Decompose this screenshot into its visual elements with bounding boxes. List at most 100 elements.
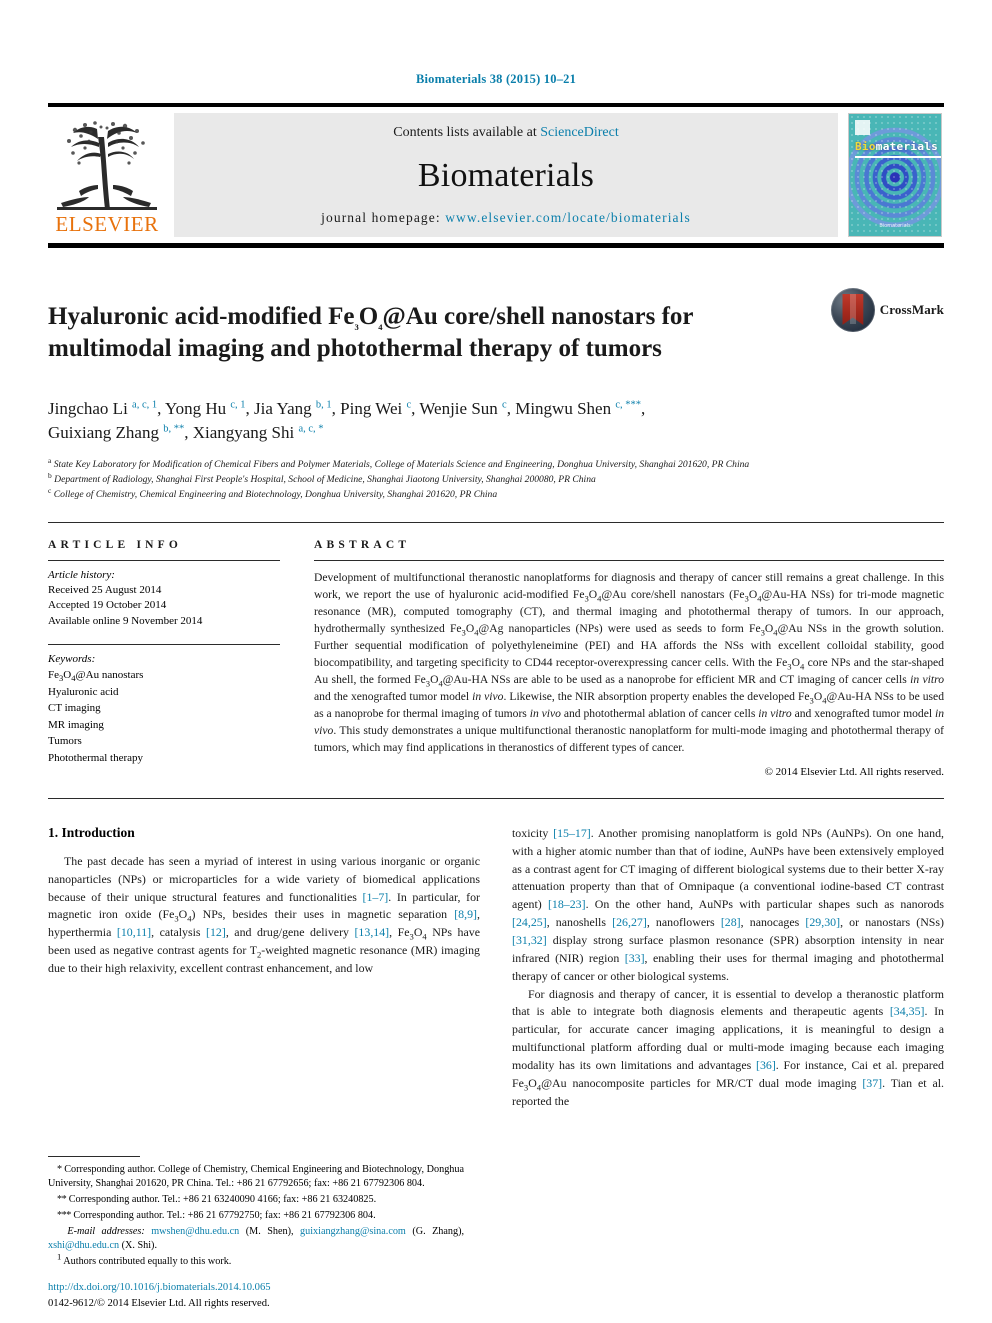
intro-paragraph-2: For diagnosis and therapy of cancer, it … (512, 986, 944, 1108)
keyword-item: MR imaging (48, 718, 104, 731)
title-line-1: Hyaluronic acid-modified Fe3O4@Au core/s… (48, 302, 694, 332)
citation-ref[interactable]: [10,11] (117, 925, 151, 939)
footnote-emails: E-mail addresses: mwshen@dhu.edu.cn (M. … (48, 1225, 464, 1255)
footnote-mark: * (57, 1163, 62, 1175)
divider (48, 559, 280, 561)
issn-copyright-line: 0142-9612/© 2014 Elsevier Ltd. All right… (48, 1297, 270, 1309)
author-line-2: Guixiang Zhang b, **, Xiangyang Shi a, c… (48, 423, 324, 443)
homepage-url-link[interactable]: www.elsevier.com/locate/biomaterials (445, 210, 691, 225)
citation-ref[interactable]: [37] (862, 1076, 882, 1090)
footnote-text: Corresponding author. College of Chemist… (48, 1163, 465, 1190)
introduction-heading: 1. Introduction (48, 824, 135, 840)
email-label: E-mail addresses: (67, 1225, 145, 1237)
keyword-item: CT imaging (48, 702, 101, 715)
citation-ref[interactable]: [24,25] (512, 915, 547, 929)
affiliation-a: a State Key Laboratory for Modification … (48, 455, 750, 470)
journal-cover-block: Biomaterials Biomaterials (846, 113, 944, 237)
crossmark-icon (830, 288, 875, 332)
article-info-heading: ARTICLE INFO (48, 538, 183, 551)
info-abstract-section: ARTICLE INFO Article history: Received 2… (48, 521, 944, 778)
journal-homepage-line: journal homepage: www.elsevier.com/locat… (321, 210, 691, 226)
cover-publisher-icon (855, 120, 870, 135)
footnote-mark: 1 (57, 1251, 62, 1262)
intro-paragraph-1: The past decade has seen a myriad of int… (48, 853, 480, 975)
citation-ref[interactable]: [26,27] (612, 915, 647, 929)
body-column-right: toxicity [15–17]. Another promising nano… (512, 825, 944, 1111)
footnote-corresponding-2: ** Corresponding author. Tel.: +86 21 63… (48, 1193, 464, 1208)
email-owner-shi: (X. Shi). (121, 1240, 157, 1252)
footnote-mark: ** (57, 1194, 67, 1206)
footnote-mark: *** (57, 1209, 71, 1221)
homepage-prefix: journal homepage: (321, 210, 446, 225)
email-link-shi[interactable]: xshi@dhu.edu.cn (48, 1240, 119, 1251)
intro-paragraph-1-cont: toxicity [15–17]. Another promising nano… (512, 825, 944, 983)
affiliations: a State Key Laboratory for Modification … (48, 455, 944, 502)
running-head: Biomaterials 38 (2015) 10–21 (415, 72, 577, 86)
email-link-shen[interactable]: mwshen@dhu.edu.cn (151, 1226, 239, 1237)
abstract-copyright: © 2014 Elsevier Ltd. All rights reserved… (764, 765, 944, 778)
abstract-text: Development of multifunctional theranost… (314, 570, 945, 754)
available-online-date: Available online 9 November 2014 (48, 615, 203, 628)
citation-ref[interactable]: [31,32] (512, 933, 547, 947)
keywords-label: Keywords: (48, 653, 96, 666)
affiliation-c: c College of Chemistry, Chemical Enginee… (48, 485, 498, 500)
crossmark-badge[interactable]: CrossMark (830, 284, 944, 332)
body-columns: 1. Introduction The past decade has seen… (48, 825, 944, 1111)
footnote-text: Corresponding author. Tel.: +86 21 67792… (73, 1209, 376, 1221)
affiliation-b: b Department of Radiology, Shanghai Firs… (48, 470, 596, 485)
title-row: Hyaluronic acid-modified Fe3O4@Au core/s… (48, 284, 944, 383)
keyword-item: Hyaluronic acid (48, 685, 119, 698)
journal-band: Contents lists available at ScienceDirec… (174, 113, 838, 237)
divider (314, 559, 944, 561)
body-column-left: 1. Introduction The past decade has seen… (48, 825, 480, 1111)
crossmark-label: CrossMark (879, 302, 944, 317)
citation-ref[interactable]: [13,14] (354, 925, 389, 939)
elsevier-tree-icon (55, 117, 159, 213)
abstract-heading: ABSTRACT (314, 538, 411, 551)
footnote-text: Corresponding author. Tel.: +86 21 63240… (68, 1194, 377, 1206)
footnote-equal-contribution: 1 Authors contributed equally to this wo… (48, 1251, 464, 1270)
elsevier-logo: ELSEVIER (48, 113, 166, 237)
citation-ref[interactable]: [8,9] (454, 907, 477, 921)
sciencedirect-link[interactable]: ScienceDirect (540, 125, 619, 140)
citation-ref[interactable]: [18–23] (548, 897, 586, 911)
affiliation-c-text: College of Chemistry, Chemical Engineeri… (53, 488, 498, 500)
citation-ref[interactable]: [29,30] (805, 915, 840, 929)
received-date: Received 25 August 2014 (48, 583, 162, 596)
footnote-corresponding-1: * Corresponding author. College of Chemi… (48, 1163, 464, 1193)
accepted-date: Accepted 19 October 2014 (48, 599, 167, 612)
citation-ref[interactable]: [12] (206, 925, 226, 939)
page-title: Hyaluronic acid-modified Fe3O4@Au core/s… (48, 301, 831, 366)
contents-prefix: Contents lists available at (393, 125, 541, 140)
footnote-divider (48, 1155, 140, 1157)
email-link-zhang[interactable]: guixiangzhang@sina.com (300, 1226, 406, 1237)
footnote-text: Authors contributed equally to this work… (63, 1256, 232, 1268)
divider (48, 797, 944, 799)
keyword-item: Tumors (48, 735, 82, 748)
doi-block: http://dx.doi.org/10.1016/j.biomaterials… (48, 1280, 478, 1311)
affiliation-b-text: Department of Radiology, Shanghai First … (54, 473, 596, 485)
email-owner-zhang: (G. Zhang), (412, 1225, 465, 1237)
cover-title-rest: materials (875, 140, 939, 153)
abstract-column: ABSTRACT Development of multifunctional … (314, 539, 944, 778)
keyword-item: Fe3O4@Au nanostars (48, 669, 144, 684)
journal-masthead: ELSEVIER Contents lists available at Sci… (48, 103, 944, 248)
cover-rule (855, 156, 941, 158)
citation-ref[interactable]: [1–7] (363, 890, 389, 904)
doi-link[interactable]: http://dx.doi.org/10.1016/j.biomaterials… (48, 1280, 478, 1295)
citation-ref[interactable]: [36] (756, 1058, 776, 1072)
citation-ref[interactable]: [28] (721, 915, 741, 929)
author-line-1: Jingchao Li a, c, 1, Yong Hu c, 1, Jia Y… (48, 398, 646, 418)
contents-available-line: Contents lists available at ScienceDirec… (393, 125, 619, 141)
journal-title: Biomaterials (417, 156, 595, 194)
citation-ref[interactable]: [33] (625, 951, 645, 965)
citation-ref[interactable]: [15–17] (553, 826, 591, 840)
journal-cover-image: Biomaterials Biomaterials (848, 113, 942, 237)
crossmark-ribbon-highlight (849, 294, 856, 324)
title-line-2: multimodal imaging and photothermal ther… (48, 335, 662, 363)
cover-title: Biomaterials (855, 140, 938, 153)
article-info-column: ARTICLE INFO Article history: Received 2… (48, 539, 280, 778)
cover-title-bio: Bio (855, 140, 876, 153)
citation-ref[interactable]: [34,35] (890, 1004, 925, 1018)
